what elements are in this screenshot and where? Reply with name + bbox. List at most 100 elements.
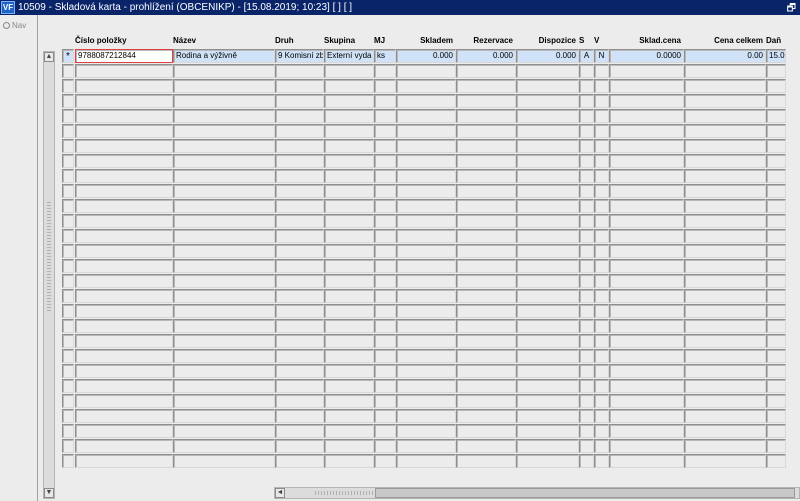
cell-mj[interactable]: [374, 349, 396, 363]
cell-druh[interactable]: [275, 64, 324, 78]
row-selector[interactable]: [62, 424, 74, 438]
cell-skupina[interactable]: [324, 424, 374, 438]
cell-rezervace[interactable]: [456, 424, 516, 438]
cell-nazev[interactable]: [173, 304, 275, 318]
scroll-up-icon[interactable]: ▲: [44, 52, 54, 62]
cell-s[interactable]: [579, 184, 594, 198]
cell-druh[interactable]: [275, 364, 324, 378]
cell-dan[interactable]: [766, 289, 786, 303]
cell-nazev[interactable]: [173, 379, 275, 393]
cell-dispozice[interactable]: [516, 454, 579, 468]
cell-v[interactable]: [594, 124, 609, 138]
cell-cislo[interactable]: [75, 244, 173, 258]
cell-cislo[interactable]: [75, 169, 173, 183]
cell-skupina[interactable]: [324, 259, 374, 273]
cell-cena_celkem[interactable]: 0.00: [684, 49, 766, 63]
cell-dan[interactable]: [766, 349, 786, 363]
nav-button[interactable]: Nav: [3, 21, 26, 30]
cell-druh[interactable]: [275, 214, 324, 228]
cell-cislo[interactable]: 9788087212844: [75, 49, 173, 63]
row-selector[interactable]: [62, 334, 74, 348]
cell-cislo[interactable]: [75, 214, 173, 228]
cell-skladem[interactable]: [396, 319, 456, 333]
cell-nazev[interactable]: [173, 94, 275, 108]
cell-s[interactable]: [579, 259, 594, 273]
cell-cena_celkem[interactable]: [684, 274, 766, 288]
cell-dan[interactable]: [766, 274, 786, 288]
cell-dan[interactable]: [766, 364, 786, 378]
cell-druh[interactable]: [275, 229, 324, 243]
cell-dispozice[interactable]: [516, 124, 579, 138]
cell-dispozice[interactable]: [516, 79, 579, 93]
cell-druh[interactable]: [275, 79, 324, 93]
cell-nazev[interactable]: [173, 124, 275, 138]
cell-v[interactable]: [594, 454, 609, 468]
cell-skupina[interactable]: [324, 394, 374, 408]
cell-skupina[interactable]: [324, 304, 374, 318]
cell-cena_celkem[interactable]: [684, 379, 766, 393]
cell-mj[interactable]: [374, 394, 396, 408]
cell-dan[interactable]: [766, 229, 786, 243]
cell-sklad_cena[interactable]: [609, 259, 684, 273]
cell-dispozice[interactable]: [516, 169, 579, 183]
cell-cena_celkem[interactable]: [684, 184, 766, 198]
cell-nazev[interactable]: [173, 244, 275, 258]
cell-v[interactable]: [594, 349, 609, 363]
cell-dispozice[interactable]: [516, 319, 579, 333]
cell-skupina[interactable]: [324, 439, 374, 453]
cell-cislo[interactable]: [75, 439, 173, 453]
cell-s[interactable]: [579, 229, 594, 243]
cell-v[interactable]: [594, 304, 609, 318]
cell-druh[interactable]: [275, 349, 324, 363]
cell-cislo[interactable]: [75, 274, 173, 288]
cell-s[interactable]: [579, 154, 594, 168]
cell-mj[interactable]: [374, 424, 396, 438]
cell-rezervace[interactable]: [456, 454, 516, 468]
cell-druh[interactable]: [275, 334, 324, 348]
cell-mj[interactable]: [374, 409, 396, 423]
cell-dan[interactable]: [766, 199, 786, 213]
cell-skupina[interactable]: [324, 454, 374, 468]
cell-dan[interactable]: [766, 379, 786, 393]
cell-druh[interactable]: [275, 199, 324, 213]
cell-nazev[interactable]: [173, 109, 275, 123]
vertical-scrollbar[interactable]: ▲ ▼: [43, 51, 55, 499]
cell-mj[interactable]: [374, 379, 396, 393]
cell-sklad_cena[interactable]: [609, 79, 684, 93]
cell-s[interactable]: [579, 139, 594, 153]
cell-cena_celkem[interactable]: [684, 304, 766, 318]
cell-rezervace[interactable]: [456, 244, 516, 258]
cell-v[interactable]: [594, 289, 609, 303]
cell-cena_celkem[interactable]: [684, 64, 766, 78]
cell-cena_celkem[interactable]: [684, 154, 766, 168]
cell-cena_celkem[interactable]: [684, 94, 766, 108]
cell-sklad_cena[interactable]: [609, 349, 684, 363]
cell-nazev[interactable]: [173, 184, 275, 198]
row-selector[interactable]: [62, 274, 74, 288]
cell-mj[interactable]: [374, 304, 396, 318]
scroll-down-icon[interactable]: ▼: [44, 488, 54, 498]
cell-nazev[interactable]: [173, 229, 275, 243]
cell-rezervace[interactable]: [456, 79, 516, 93]
cell-dan[interactable]: 15.0: [766, 49, 786, 63]
cell-rezervace[interactable]: [456, 169, 516, 183]
cell-druh[interactable]: [275, 319, 324, 333]
row-selector[interactable]: [62, 229, 74, 243]
cell-mj[interactable]: ks: [374, 49, 396, 63]
cell-skladem[interactable]: [396, 274, 456, 288]
column-header-mj[interactable]: MJ: [374, 31, 396, 49]
cell-cislo[interactable]: [75, 64, 173, 78]
cell-v[interactable]: [594, 109, 609, 123]
cell-druh[interactable]: [275, 289, 324, 303]
cell-skladem[interactable]: [396, 454, 456, 468]
cell-s[interactable]: [579, 64, 594, 78]
column-header-dispozice[interactable]: Dispozice: [516, 31, 579, 49]
cell-dispozice[interactable]: [516, 394, 579, 408]
cell-cislo[interactable]: [75, 289, 173, 303]
cell-skladem[interactable]: [396, 364, 456, 378]
cell-s[interactable]: [579, 289, 594, 303]
scroll-grip[interactable]: [47, 202, 51, 312]
cell-cena_celkem[interactable]: [684, 259, 766, 273]
cell-dispozice[interactable]: [516, 304, 579, 318]
cell-mj[interactable]: [374, 139, 396, 153]
